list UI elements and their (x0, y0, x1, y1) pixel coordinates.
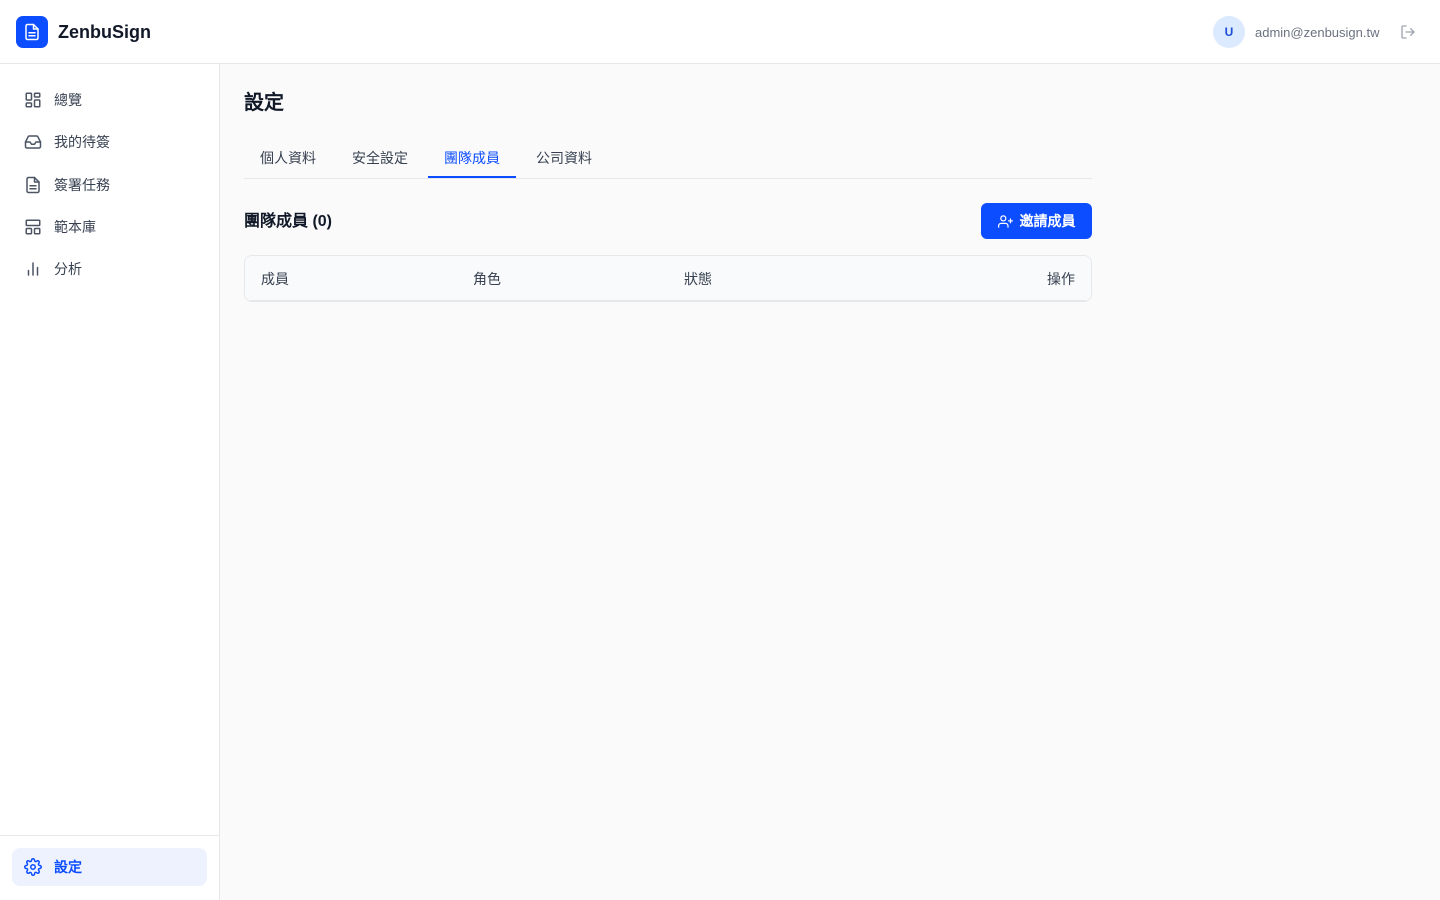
sidebar-item-label: 簽署任務 (54, 177, 110, 193)
sidebar-item-settings[interactable]: 設定 (12, 848, 207, 886)
column-role: 角色 (473, 271, 501, 287)
app-name: ZenbuSign (58, 22, 151, 42)
sidebar-item-sign-tasks[interactable]: 簽署任務 (12, 166, 207, 204)
page-title: 設定 (244, 92, 284, 114)
invite-member-button[interactable]: 邀請成員 (981, 203, 1092, 239)
tab-profile[interactable]: 個人資料 (244, 142, 332, 178)
app-logo[interactable] (16, 16, 48, 48)
sidebar-item-label: 我的待簽 (54, 134, 110, 150)
template-icon (24, 218, 42, 236)
dashboard-icon (24, 91, 42, 109)
members-table: 成員 角色 狀態 操作 (244, 255, 1092, 302)
column-actions: 操作 (1047, 271, 1075, 287)
tab-company[interactable]: 公司資料 (520, 142, 608, 178)
inbox-icon (24, 133, 42, 151)
top-bar: ZenbuSign U admin@zenbusign.tw (0, 0, 1440, 64)
avatar[interactable]: U (1213, 16, 1245, 48)
sidebar-item-label: 範本庫 (54, 219, 96, 235)
column-status: 狀態 (684, 271, 712, 287)
invite-member-label: 邀請成員 (1019, 213, 1076, 229)
user-email: admin@zenbusign.tw (1255, 25, 1380, 40)
column-member: 成員 (261, 271, 289, 287)
section-title: 團隊成員 (0) (244, 213, 333, 230)
sidebar-item-overview[interactable]: 總覽 (12, 81, 207, 119)
logout-icon (1401, 25, 1415, 39)
table-header: 成員 角色 狀態 操作 (245, 256, 1091, 301)
sidebar: 總覽 我的待簽 簽署任務 範本庫 分析 設定 (0, 64, 220, 900)
gear-icon (24, 858, 42, 876)
sidebar-divider (0, 835, 219, 836)
sidebar-item-label: 設定 (54, 859, 82, 875)
settings-tabs: 個人資料 安全設定 團隊成員 公司資料 (244, 142, 1092, 179)
file-text-icon (24, 176, 42, 194)
bar-chart-icon (24, 260, 42, 278)
document-icon (25, 23, 39, 41)
main-content: 設定 個人資料 安全設定 團隊成員 公司資料 團隊成員 (0) 邀請成員 成員 … (220, 64, 1440, 900)
sidebar-item-templates[interactable]: 範本庫 (12, 208, 207, 246)
logout-button[interactable] (1398, 22, 1418, 42)
sidebar-item-analytics[interactable]: 分析 (12, 250, 207, 288)
tab-team-members[interactable]: 團隊成員 (428, 142, 516, 178)
tab-security[interactable]: 安全設定 (336, 142, 424, 178)
user-plus-icon (997, 214, 1013, 228)
sidebar-item-label: 分析 (54, 261, 82, 277)
sidebar-item-inbox[interactable]: 我的待簽 (12, 123, 207, 161)
sidebar-item-label: 總覽 (54, 92, 82, 108)
